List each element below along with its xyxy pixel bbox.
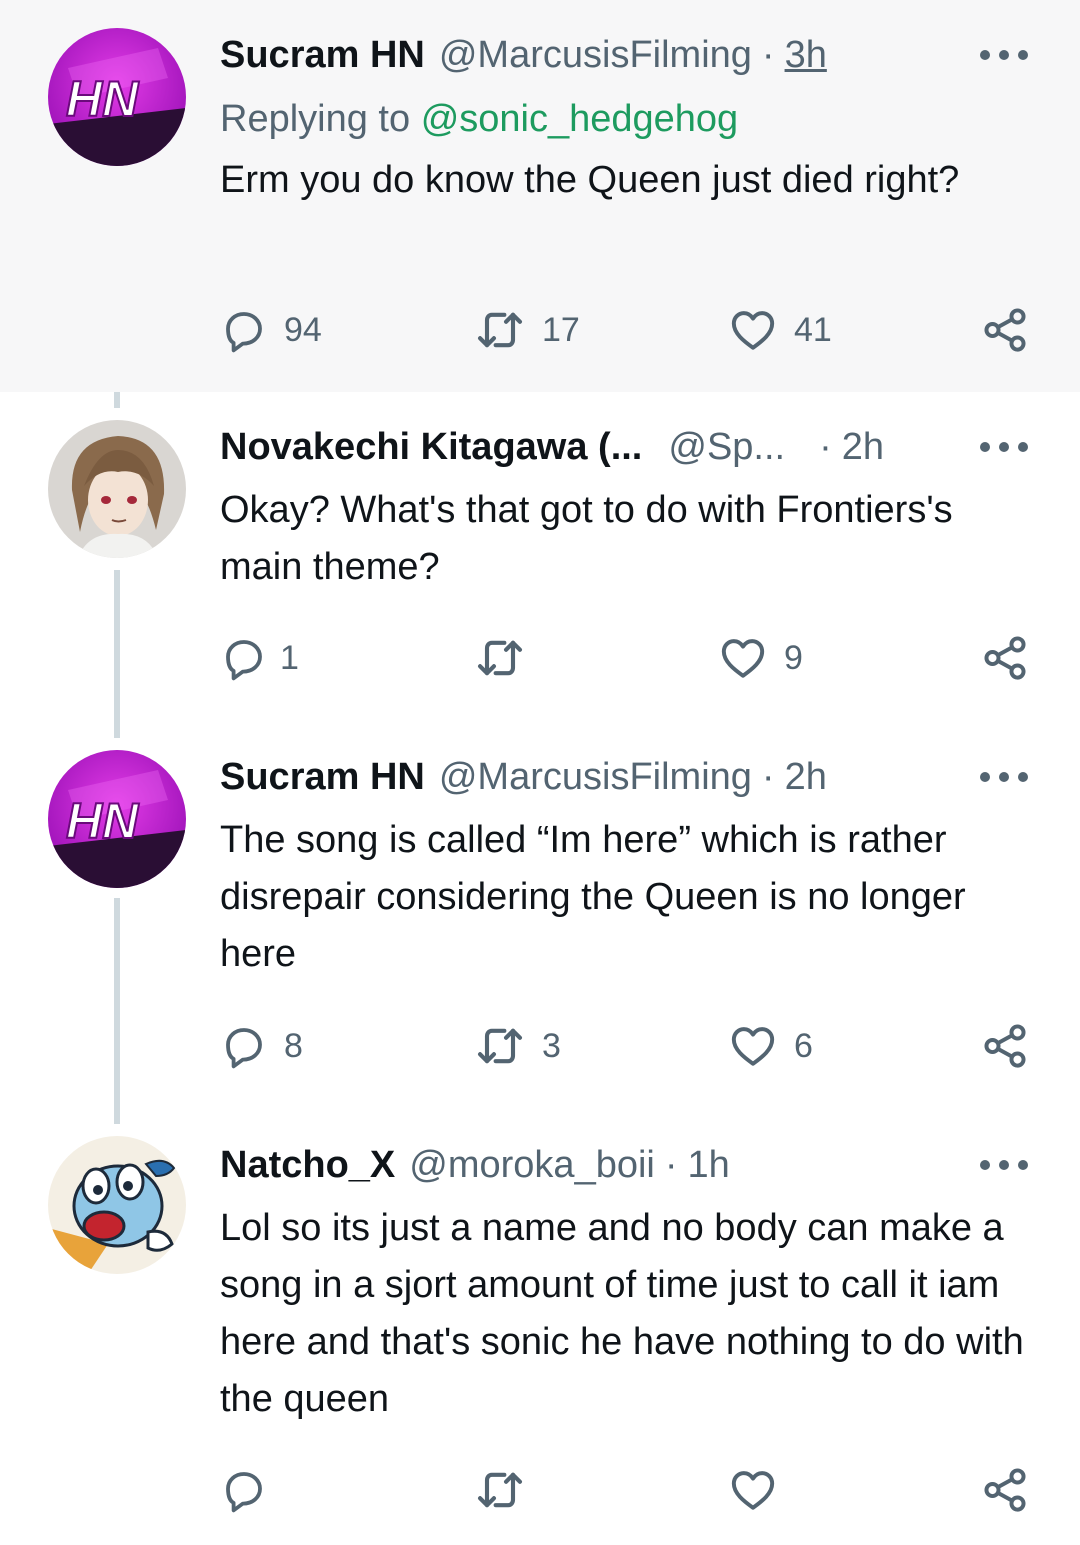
retweet-icon: [474, 1464, 526, 1516]
tweet-4[interactable]: Natcho_X @moroka_boii · 1h Lol so its ju…: [0, 1124, 1080, 1545]
hn-logo-avatar[interactable]: HN: [48, 28, 186, 166]
retweet-count: 3: [542, 1026, 561, 1065]
like-button[interactable]: [728, 1460, 794, 1520]
user-handle[interactable]: @Sp...: [668, 422, 785, 472]
share-icon: [980, 1021, 1030, 1071]
retweet-button[interactable]: [474, 628, 542, 688]
tweet-header: Sucram HN @MarcusisFilming · 2h: [220, 752, 1030, 802]
like-button[interactable]: 9: [718, 628, 803, 688]
more-options-icon[interactable]: [980, 1140, 1028, 1190]
display-name[interactable]: Sucram HN: [220, 30, 425, 80]
heart-icon: [728, 305, 778, 355]
action-bar: 94 17 41: [220, 300, 1030, 360]
share-icon: [980, 305, 1030, 355]
reply-icon: [220, 634, 268, 682]
timestamp[interactable]: 1h: [688, 1140, 730, 1190]
tweet-header: Novakechi Kitagawa (... @Sp... · 2h: [220, 422, 1030, 472]
tweet-text: Lol so its just a name and no body can m…: [220, 1207, 1024, 1420]
reply-button[interactable]: 1: [220, 628, 299, 688]
replying-to-label: Replying to: [220, 98, 411, 140]
share-button[interactable]: [980, 1460, 1030, 1520]
display-name[interactable]: Natcho_X: [220, 1140, 395, 1190]
retweet-button[interactable]: 3: [474, 1016, 561, 1076]
retweet-button[interactable]: 17: [474, 300, 580, 360]
anime-character-avatar[interactable]: [48, 420, 186, 558]
replying-to-line: Replying to @sonic_hedgehog: [220, 94, 738, 144]
retweet-button[interactable]: [474, 1460, 542, 1520]
separator-dot: ·: [761, 34, 775, 76]
tweet-3[interactable]: HN Sucram HN @MarcusisFilming · 2h The s…: [0, 732, 1080, 1124]
reply-icon: [220, 1022, 268, 1070]
retweet-icon: [474, 1020, 526, 1072]
svg-text:HN: HN: [66, 71, 139, 127]
user-handle[interactable]: @moroka_boii: [409, 1140, 655, 1190]
user-handle[interactable]: @MarcusisFilming: [439, 30, 752, 80]
share-button[interactable]: [980, 628, 1030, 688]
more-options-icon[interactable]: [980, 422, 1028, 472]
timestamp[interactable]: 2h: [785, 752, 827, 802]
reply-button[interactable]: [220, 1460, 284, 1520]
heart-icon: [728, 1465, 778, 1515]
more-options-icon[interactable]: [980, 30, 1028, 80]
like-count: 6: [794, 1026, 813, 1065]
share-button[interactable]: [980, 1016, 1030, 1076]
separator-dot: ·: [819, 426, 832, 468]
tweet-1[interactable]: HN Sucram HN @MarcusisFilming · 3h Reply…: [0, 0, 1080, 392]
timestamp[interactable]: 3h: [785, 30, 827, 80]
tweet-text: The song is called “Im here” which is ra…: [220, 819, 966, 975]
retweet-count: 17: [542, 310, 580, 349]
separator-dot: ·: [664, 1144, 678, 1186]
action-bar: 1 9: [220, 628, 1030, 688]
like-count: 41: [794, 310, 832, 349]
cartoon-character-avatar[interactable]: [48, 1136, 186, 1274]
reply-count: 1: [280, 638, 299, 677]
reply-count: 94: [284, 310, 322, 349]
mention-link[interactable]: @sonic_hedgehog: [421, 98, 739, 140]
display-name[interactable]: Novakechi Kitagawa (...: [220, 422, 642, 472]
reply-count: 8: [284, 1026, 303, 1065]
retweet-icon: [474, 632, 526, 684]
reply-button[interactable]: 94: [220, 300, 322, 360]
timestamp[interactable]: 2h: [842, 422, 884, 472]
share-icon: [980, 1465, 1030, 1515]
heart-icon: [718, 633, 768, 683]
action-bar: 8 3 6: [220, 1016, 1030, 1076]
tweet-text: Erm you do know the Queen just died righ…: [220, 159, 960, 201]
heart-icon: [728, 1021, 778, 1071]
tweet-text: Okay? What's that got to do with Frontie…: [220, 489, 953, 588]
tweet-header: Sucram HN @MarcusisFilming · 3h: [220, 30, 1030, 80]
separator-dot: ·: [761, 756, 775, 798]
hn-logo-avatar[interactable]: HN: [48, 750, 186, 888]
display-name[interactable]: Sucram HN: [220, 752, 425, 802]
svg-text:HN: HN: [66, 793, 139, 849]
tweet-header: Natcho_X @moroka_boii · 1h: [220, 1140, 1030, 1190]
share-icon: [980, 633, 1030, 683]
like-count: 9: [784, 638, 803, 677]
action-bar: [220, 1460, 1030, 1520]
more-options-icon[interactable]: [980, 752, 1028, 802]
retweet-icon: [474, 304, 526, 356]
like-button[interactable]: 41: [728, 300, 832, 360]
reply-icon: [220, 306, 268, 354]
tweet-2[interactable]: Novakechi Kitagawa (... @Sp... · 2h Okay…: [0, 392, 1080, 732]
like-button[interactable]: 6: [728, 1016, 813, 1076]
reply-icon: [220, 1466, 268, 1514]
reply-button[interactable]: 8: [220, 1016, 303, 1076]
share-button[interactable]: [980, 300, 1030, 360]
user-handle[interactable]: @MarcusisFilming: [439, 752, 752, 802]
